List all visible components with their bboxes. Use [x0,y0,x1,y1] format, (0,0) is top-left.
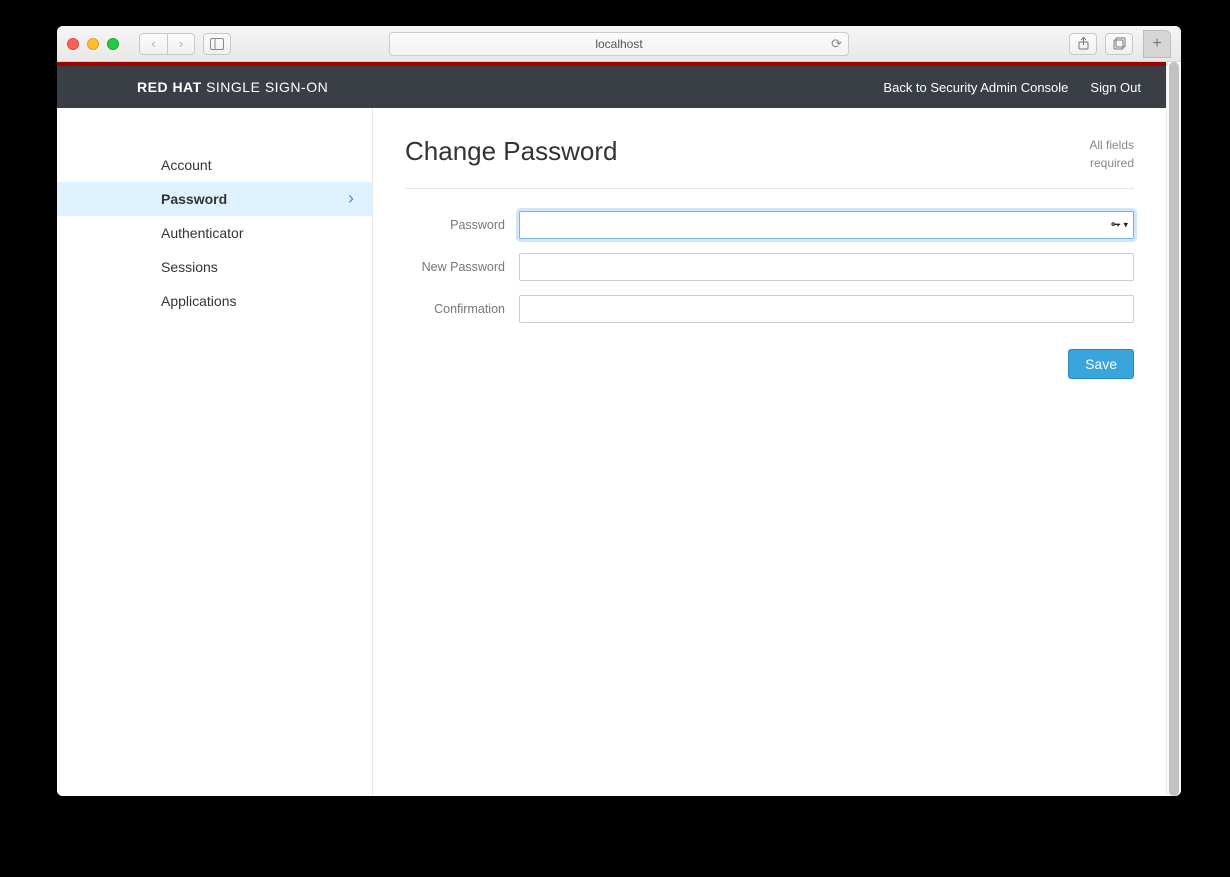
brand-bold: RED HAT [137,79,202,95]
window-close-button[interactable] [67,38,79,50]
form-row-password: Password ▾ [405,211,1134,239]
form-actions: Save [405,349,1134,379]
scrollbar-thumb[interactable] [1169,62,1179,796]
titlebar-right-buttons: + [1069,30,1171,58]
confirmation-input[interactable] [519,295,1134,323]
confirmation-label: Confirmation [405,295,519,318]
sidebar-icon [210,38,224,50]
new-password-input[interactable] [519,253,1134,281]
save-button[interactable]: Save [1068,349,1134,379]
tabs-icon [1113,37,1126,50]
main-panel: Change Password All fields required Pass… [372,108,1166,796]
browser-titlebar: ‹ › localhost ⟳ [57,26,1181,62]
share-icon [1077,37,1090,50]
scrollbar-track[interactable] [1166,62,1181,796]
window-controls [67,38,119,50]
nav-back-button[interactable]: ‹ [139,33,167,55]
tabs-button[interactable] [1105,33,1133,55]
browser-sidebar-button[interactable] [203,33,231,55]
nav-buttons: ‹ › [139,33,195,55]
back-to-console-link[interactable]: Back to Security Admin Console [883,80,1068,95]
sidebar-item-account[interactable]: Account [57,148,372,182]
chevron-left-icon: ‹ [151,36,155,51]
browser-window: ‹ › localhost ⟳ [57,26,1181,796]
content-viewport: RED HAT SINGLE SIGN-ON Back to Security … [57,62,1181,796]
title-row: Change Password All fields required [405,136,1134,189]
password-label: Password [405,211,519,234]
app-header: RED HAT SINGLE SIGN-ON Back to Security … [57,66,1166,108]
form-row-confirmation: Confirmation [405,295,1134,323]
header-links: Back to Security Admin Console Sign Out [883,80,1141,95]
new-tab-button[interactable]: + [1143,30,1171,58]
url-bar[interactable]: localhost ⟳ [389,32,849,56]
sidebar-item-label: Applications [161,293,237,309]
reload-icon[interactable]: ⟳ [831,36,842,52]
sidebar-item-label: Account [161,157,212,173]
password-input[interactable] [519,211,1134,239]
sidebar-item-label: Authenticator [161,225,244,241]
new-password-label: New Password [405,253,519,276]
chevron-right-icon: › [179,36,183,51]
required-note: All fields required [1089,136,1134,172]
window-maximize-button[interactable] [107,38,119,50]
share-button[interactable] [1069,33,1097,55]
sidebar-item-label: Sessions [161,259,218,275]
sidebar-item-applications[interactable]: Applications [57,284,372,318]
window-minimize-button[interactable] [87,38,99,50]
url-text: localhost [595,37,642,51]
form-row-new-password: New Password [405,253,1134,281]
page-title: Change Password [405,136,617,167]
brand-logo: RED HAT SINGLE SIGN-ON [137,79,328,95]
page: RED HAT SINGLE SIGN-ON Back to Security … [57,62,1166,796]
sign-out-link[interactable]: Sign Out [1090,80,1141,95]
nav-forward-button[interactable]: › [167,33,195,55]
sidebar-item-label: Password [161,191,227,207]
sidebar-item-sessions[interactable]: Sessions [57,250,372,284]
sidebar-item-password[interactable]: Password [57,182,372,216]
brand-light: SINGLE SIGN-ON [206,79,328,95]
plus-icon: + [1152,35,1161,53]
body: Account Password Authenticator Sessions … [57,108,1166,796]
sidebar-item-authenticator[interactable]: Authenticator [57,216,372,250]
sidebar: Account Password Authenticator Sessions … [57,108,372,796]
